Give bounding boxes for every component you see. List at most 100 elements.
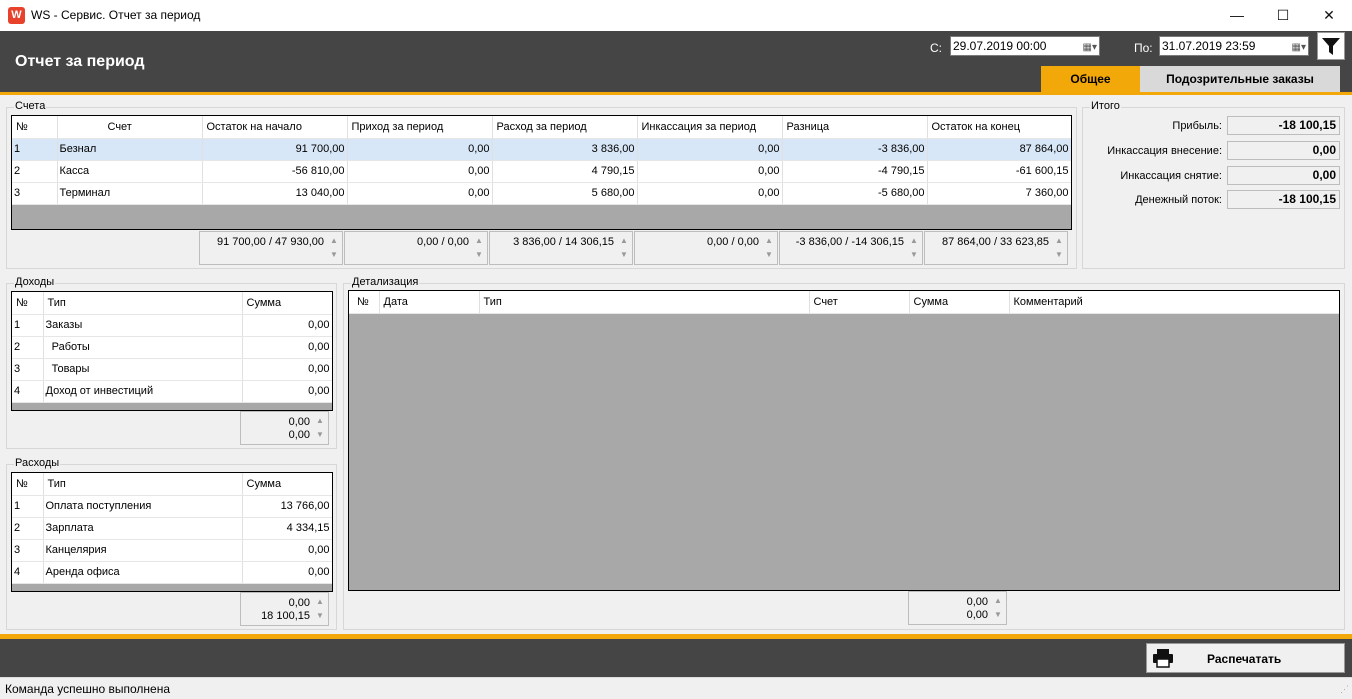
minimize-button[interactable]: —	[1214, 0, 1260, 31]
table-row[interactable]: 2 Работы 0,00	[12, 336, 332, 359]
close-button[interactable]: ✕	[1306, 0, 1352, 31]
income-table[interactable]: № Тип Сумма 1 Заказы 0,00 2 Работы 0,00 3 Т…	[11, 291, 333, 411]
calendar-dropdown-icon[interactable]: ▦▾	[1071, 39, 1097, 53]
column-header[interactable]: №	[349, 291, 380, 314]
total-value: -3 836,00 / -14 306,15	[795, 236, 904, 248]
to-date-input[interactable]: 31.07.2019 23:59 ▦▾	[1159, 36, 1309, 56]
cell: Доход от инвестиций	[43, 380, 243, 403]
cell: Заказы	[43, 314, 243, 337]
cell: 0,00	[242, 358, 332, 381]
header-accent-line	[0, 92, 1352, 95]
column-header[interactable]: Остаток на начало	[202, 116, 348, 139]
from-date-input[interactable]: 29.07.2019 00:00 ▦▾	[950, 36, 1100, 56]
from-date-value: 29.07.2019 00:00	[953, 39, 1047, 53]
maximize-button[interactable]: ☐	[1260, 0, 1306, 31]
calendar-dropdown-icon[interactable]: ▦▾	[1280, 39, 1306, 53]
accounts-table[interactable]: № Счет Остаток на начало Приход за перио…	[11, 115, 1072, 230]
cell: Зарплата	[43, 517, 243, 540]
collection-in-label: Инкассация внесение:	[1107, 145, 1222, 157]
table-row[interactable]: 1 Безнал 91 700,00 0,00 3 836,00 0,00 -3…	[12, 138, 1071, 161]
tab-general[interactable]: Общее	[1041, 66, 1140, 92]
total-value: 91 700,00 / 47 930,00	[216, 236, 324, 248]
column-header[interactable]: Расход за период	[492, 116, 638, 139]
table-row[interactable]: 4 Доход от инвестиций 0,00	[12, 380, 332, 403]
window-title: WS - Сервис. Отчет за период	[31, 8, 201, 22]
collection-in-value: 0,00	[1227, 141, 1340, 160]
scroll-arrows-icon[interactable]: ▲ ▼	[908, 234, 920, 262]
cell: 0,00	[242, 539, 332, 562]
column-header[interactable]: №	[12, 473, 44, 496]
table-row[interactable]: 3 Товары 0,00	[12, 358, 332, 381]
cell: 3	[12, 182, 58, 205]
column-header[interactable]: Счет	[57, 116, 203, 139]
table-row[interactable]: 3 Терминал 13 040,00 0,00 5 680,00 0,00 …	[12, 182, 1071, 205]
profit-label: Прибыль:	[1172, 120, 1222, 132]
window-titlebar: W WS - Сервис. Отчет за период — ☐ ✕	[0, 0, 1352, 31]
cell: 4 790,15	[492, 160, 638, 183]
table-row[interactable]: 2 Зарплата 4 334,15	[12, 517, 332, 540]
scroll-arrows-icon[interactable]: ▲ ▼	[328, 234, 340, 262]
scroll-arrows-icon[interactable]: ▲ ▼	[473, 234, 485, 262]
table-row[interactable]: 1 Оплата поступления 13 766,00	[12, 495, 332, 518]
column-header[interactable]: Счет	[809, 291, 910, 314]
scroll-arrows-icon[interactable]: ▲ ▼	[1053, 234, 1065, 262]
column-header[interactable]: №	[12, 292, 44, 315]
table-row[interactable]: 3 Канцелярия 0,00	[12, 539, 332, 562]
filter-button[interactable]	[1317, 32, 1345, 60]
cell: Касса	[57, 160, 203, 183]
details-total[interactable]: 0,00 0,00 ▲ ▼	[908, 591, 1007, 625]
resize-grip-icon[interactable]: ⋰	[1340, 684, 1349, 695]
column-header[interactable]: Сумма	[909, 291, 1010, 314]
table-row[interactable]: 4 Аренда офиса 0,00	[12, 561, 332, 584]
column-header[interactable]: Дата	[379, 291, 480, 314]
cash-flow-label: Денежный поток:	[1135, 194, 1222, 206]
cell: 2	[12, 160, 58, 183]
accounts-total-expense[interactable]: 3 836,00 / 14 306,15 ▲ ▼	[489, 231, 633, 265]
income-total[interactable]: 0,00 0,00 ▲ ▼	[240, 411, 329, 445]
printer-icon	[1153, 649, 1173, 668]
total-value: 0,00	[288, 597, 310, 609]
to-label: По:	[1134, 41, 1153, 55]
column-header[interactable]: Тип	[479, 291, 810, 314]
accounts-total-end[interactable]: 87 864,00 / 33 623,85 ▲ ▼	[924, 231, 1068, 265]
cell: Канцелярия	[43, 539, 243, 562]
expenses-total[interactable]: 0,00 18 100,15 ▲ ▼	[240, 592, 329, 626]
column-header[interactable]: №	[12, 116, 58, 139]
column-header[interactable]: Тип	[43, 473, 243, 496]
scroll-arrows-icon[interactable]: ▲ ▼	[314, 595, 326, 623]
cell: 2	[12, 336, 44, 359]
cell: 1	[12, 138, 58, 161]
total-value: 18 100,15	[261, 610, 310, 622]
column-header[interactable]: Разница	[782, 116, 928, 139]
cell: 0,00	[637, 182, 783, 205]
column-header[interactable]: Сумма	[242, 473, 332, 496]
cell: 0,00	[637, 138, 783, 161]
table-row[interactable]: 2 Касса -56 810,00 0,00 4 790,15 0,00 -4…	[12, 160, 1071, 183]
cash-flow-value: -18 100,15	[1227, 190, 1340, 209]
expenses-table[interactable]: № Тип Сумма 1 Оплата поступления 13 766,00…	[11, 472, 333, 592]
scroll-arrows-icon[interactable]: ▲ ▼	[618, 234, 630, 262]
tab-suspicious-orders[interactable]: Подозрительные заказы	[1140, 66, 1340, 92]
total-value: 0,00	[288, 416, 310, 428]
scroll-arrows-icon[interactable]: ▲ ▼	[992, 594, 1004, 622]
accounts-total-income[interactable]: 0,00 / 0,00 ▲ ▼	[344, 231, 488, 265]
details-table[interactable]: № Дата Тип Счет Сумма Комментарий	[348, 290, 1340, 591]
column-header[interactable]: Остаток на конец	[927, 116, 1071, 139]
cell: 87 864,00	[927, 138, 1071, 161]
column-header[interactable]: Сумма	[242, 292, 332, 315]
total-value: 0,00	[966, 596, 988, 608]
accounts-total-difference[interactable]: -3 836,00 / -14 306,15 ▲ ▼	[779, 231, 923, 265]
table-row[interactable]: 1 Заказы 0,00	[12, 314, 332, 337]
column-header[interactable]: Тип	[43, 292, 243, 315]
cell: 5 680,00	[492, 182, 638, 205]
total-value: 0,00	[966, 609, 988, 621]
print-button[interactable]: Распечатать	[1146, 643, 1345, 673]
cell: -4 790,15	[782, 160, 928, 183]
column-header[interactable]: Инкассация за период	[637, 116, 783, 139]
column-header[interactable]: Комментарий	[1009, 291, 1339, 314]
accounts-total-collection[interactable]: 0,00 / 0,00 ▲ ▼	[634, 231, 778, 265]
accounts-total-start[interactable]: 91 700,00 / 47 930,00 ▲ ▼	[199, 231, 343, 265]
scroll-arrows-icon[interactable]: ▲ ▼	[314, 414, 326, 442]
scroll-arrows-icon[interactable]: ▲ ▼	[763, 234, 775, 262]
column-header[interactable]: Приход за период	[347, 116, 493, 139]
